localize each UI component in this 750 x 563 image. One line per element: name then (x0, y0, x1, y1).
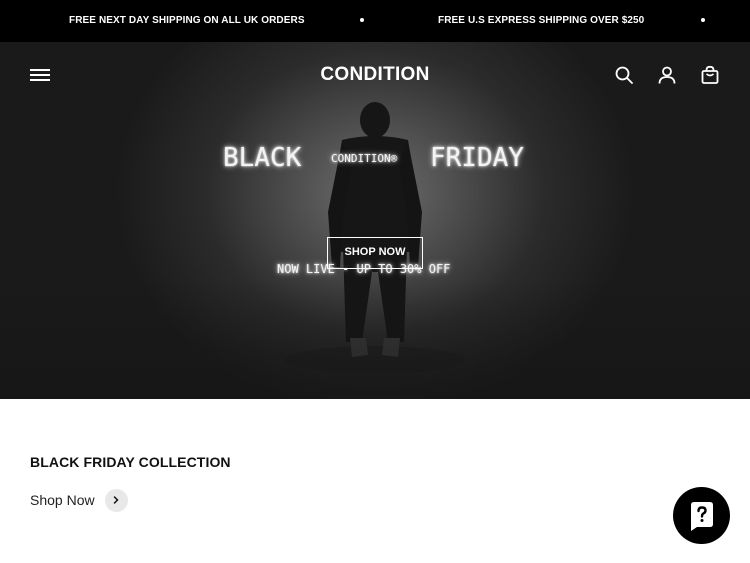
announcement-message: FREE U.S EXPRESS SHIPPING OVER $250 (438, 15, 645, 26)
hero-title-brand: CONDITION® (331, 152, 398, 165)
cart-icon[interactable] (700, 65, 720, 85)
hero-title-left: BLACK (223, 143, 302, 173)
search-icon[interactable] (614, 65, 634, 85)
announcement-bar: FREE NEXT DAY SHIPPING ON ALL UK ORDERS … (0, 0, 750, 42)
site-header: CONDITION (0, 42, 750, 108)
chevron-right-icon (104, 488, 128, 512)
chat-button[interactable] (673, 487, 730, 544)
shop-link-label: Shop Now (30, 492, 95, 508)
hero-floor-shadow (0, 279, 750, 399)
collection-shop-link[interactable]: Shop Now (30, 488, 128, 512)
announcement-message: FREE NEXT DAY SHIPPING ON ALL UK ORDERS (69, 15, 305, 26)
announcement-separator (701, 18, 705, 22)
hero-title-right: FRIDAY (430, 143, 524, 173)
collection-title: BLACK FRIDAY COLLECTION (30, 454, 231, 470)
shop-now-button[interactable]: SHOP NOW (327, 237, 423, 269)
announcement-separator (360, 18, 364, 22)
account-icon[interactable] (657, 65, 677, 85)
chat-question-icon (690, 501, 713, 531)
site-logo[interactable]: CONDITION (0, 64, 750, 86)
